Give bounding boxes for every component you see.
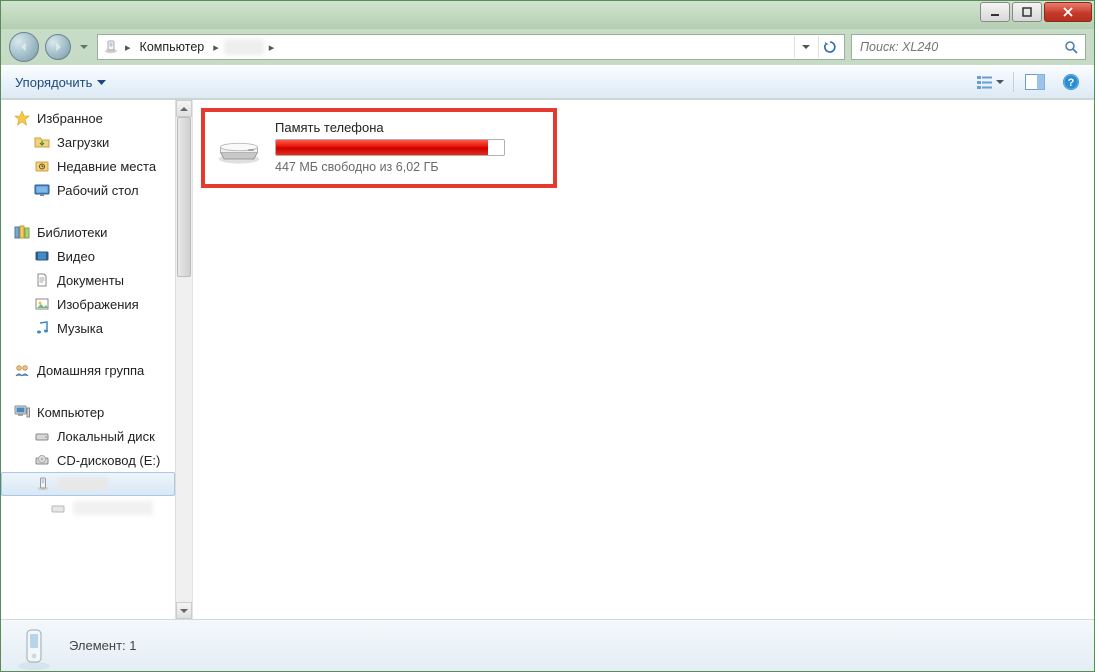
navigation-bar: ▸ Компьютер ▸ ▸ (1, 29, 1094, 65)
tree-cd-drive[interactable]: CD-дисковод (E:) (1, 448, 175, 472)
tree-homegroup[interactable]: Домашняя группа (1, 358, 175, 382)
details-pane: Элемент: 1 (1, 619, 1094, 671)
drive-icon (33, 427, 51, 445)
cd-drive-icon (33, 451, 51, 469)
nav-history-dropdown[interactable] (77, 33, 91, 61)
phone-device-icon (34, 475, 52, 493)
star-icon (13, 109, 31, 127)
tree-recent-places[interactable]: Недавние места (1, 154, 175, 178)
view-mode-button[interactable] (973, 72, 1007, 92)
address-dropdown-button[interactable] (794, 36, 816, 58)
music-icon (33, 319, 51, 337)
chevron-down-icon (996, 78, 1004, 86)
tree-label-blurred (58, 477, 108, 491)
status-text: Элемент: 1 (69, 638, 136, 653)
drive-title: Память телефона (275, 120, 505, 135)
back-button[interactable] (9, 32, 39, 62)
breadcrumb-arrow-icon[interactable]: ▸ (122, 41, 134, 54)
explorer-window: ▸ Компьютер ▸ ▸ Упорядочить (0, 0, 1095, 672)
homegroup-icon (13, 361, 31, 379)
minimize-button[interactable] (980, 2, 1010, 22)
preview-pane-icon (1025, 74, 1045, 90)
documents-icon (33, 271, 51, 289)
tree-label: Библиотеки (37, 225, 107, 240)
search-button[interactable] (1057, 40, 1085, 55)
breadcrumb-device-blurred[interactable] (224, 39, 264, 55)
breadcrumb-arrow-icon[interactable]: ▸ (210, 41, 222, 54)
tree-label-blurred (73, 501, 153, 515)
tree: Избранное Загрузки Недавние места Рабочи… (1, 106, 192, 520)
body: Избранное Загрузки Недавние места Рабочи… (1, 99, 1094, 619)
toolbar: Упорядочить (1, 65, 1094, 99)
tree-downloads[interactable]: Загрузки (1, 130, 175, 154)
refresh-button[interactable] (818, 36, 840, 58)
video-icon (33, 247, 51, 265)
scroll-down-button[interactable] (176, 602, 192, 619)
close-button[interactable] (1044, 2, 1092, 22)
drive-free-text: 447 МБ свободно из 6,02 ГБ (275, 160, 505, 174)
maximize-button[interactable] (1012, 2, 1042, 22)
preview-pane-button[interactable] (1020, 70, 1050, 94)
tree-label: Локальный диск (57, 429, 155, 444)
tree-desktop[interactable]: Рабочий стол (1, 178, 175, 202)
view-list-icon (976, 74, 994, 90)
tree-label: Рабочий стол (57, 183, 139, 198)
tree-label: Музыка (57, 321, 103, 336)
help-icon: ? (1062, 73, 1080, 91)
device-location-icon (102, 38, 120, 56)
desktop-icon (33, 181, 51, 199)
folder-downloads-icon (33, 133, 51, 151)
tree-label: Компьютер (37, 405, 104, 420)
tree-favorites[interactable]: Избранное (1, 106, 175, 130)
breadcrumb-computer[interactable]: Компьютер (136, 40, 209, 54)
tree-label: Документы (57, 273, 124, 288)
drive-item-highlighted[interactable]: Память телефона 447 МБ свободно из 6,02 … (201, 108, 557, 188)
tree-videos[interactable]: Видео (1, 244, 175, 268)
tree-pictures[interactable]: Изображения (1, 292, 175, 316)
drive-info: Память телефона 447 МБ свободно из 6,02 … (275, 120, 505, 174)
address-bar[interactable]: ▸ Компьютер ▸ ▸ (97, 34, 845, 60)
tree-documents[interactable]: Документы (1, 268, 175, 292)
tree-label: CD-дисковод (E:) (57, 453, 160, 468)
organize-menu[interactable]: Упорядочить (9, 72, 112, 93)
drive-usage-fill (276, 140, 488, 155)
drive-large-icon (215, 127, 263, 167)
tree-label: Загрузки (57, 135, 109, 150)
navigation-pane: Избранное Загрузки Недавние места Рабочи… (1, 100, 193, 619)
tree-local-disk[interactable]: Локальный диск (1, 424, 175, 448)
tree-current-device[interactable] (1, 472, 175, 496)
organize-label: Упорядочить (15, 75, 92, 90)
sidebar-scrollbar[interactable] (175, 100, 192, 619)
window-controls (980, 2, 1092, 22)
toolbar-separator (1013, 72, 1014, 92)
tree-label: Избранное (37, 111, 103, 126)
tree-label: Изображения (57, 297, 139, 312)
tree-label: Недавние места (57, 159, 156, 174)
content-area[interactable]: Память телефона 447 МБ свободно из 6,02 … (193, 100, 1094, 619)
tree-label: Домашняя группа (37, 363, 144, 378)
drive-usage-bar (275, 139, 505, 156)
breadcrumb-arrow-icon[interactable]: ▸ (266, 41, 278, 54)
tree-computer[interactable]: Компьютер (1, 400, 175, 424)
titlebar (1, 1, 1094, 29)
tree-label: Видео (57, 249, 95, 264)
scroll-thumb[interactable] (177, 117, 191, 277)
help-button[interactable]: ? (1056, 70, 1086, 94)
tree-music[interactable]: Музыка (1, 316, 175, 340)
forward-button[interactable] (45, 34, 71, 60)
svg-text:?: ? (1068, 77, 1075, 89)
tree-libraries[interactable]: Библиотеки (1, 220, 175, 244)
computer-icon (13, 403, 31, 421)
status-device-icon (13, 624, 55, 668)
chevron-down-icon (97, 78, 106, 87)
recent-places-icon (33, 157, 51, 175)
tree-phone-memory-partial[interactable] (1, 496, 175, 520)
search-box[interactable] (851, 34, 1086, 60)
drive-icon (49, 499, 67, 517)
scroll-up-button[interactable] (176, 100, 192, 117)
search-input[interactable] (852, 40, 1057, 54)
pictures-icon (33, 295, 51, 313)
libraries-icon (13, 223, 31, 241)
